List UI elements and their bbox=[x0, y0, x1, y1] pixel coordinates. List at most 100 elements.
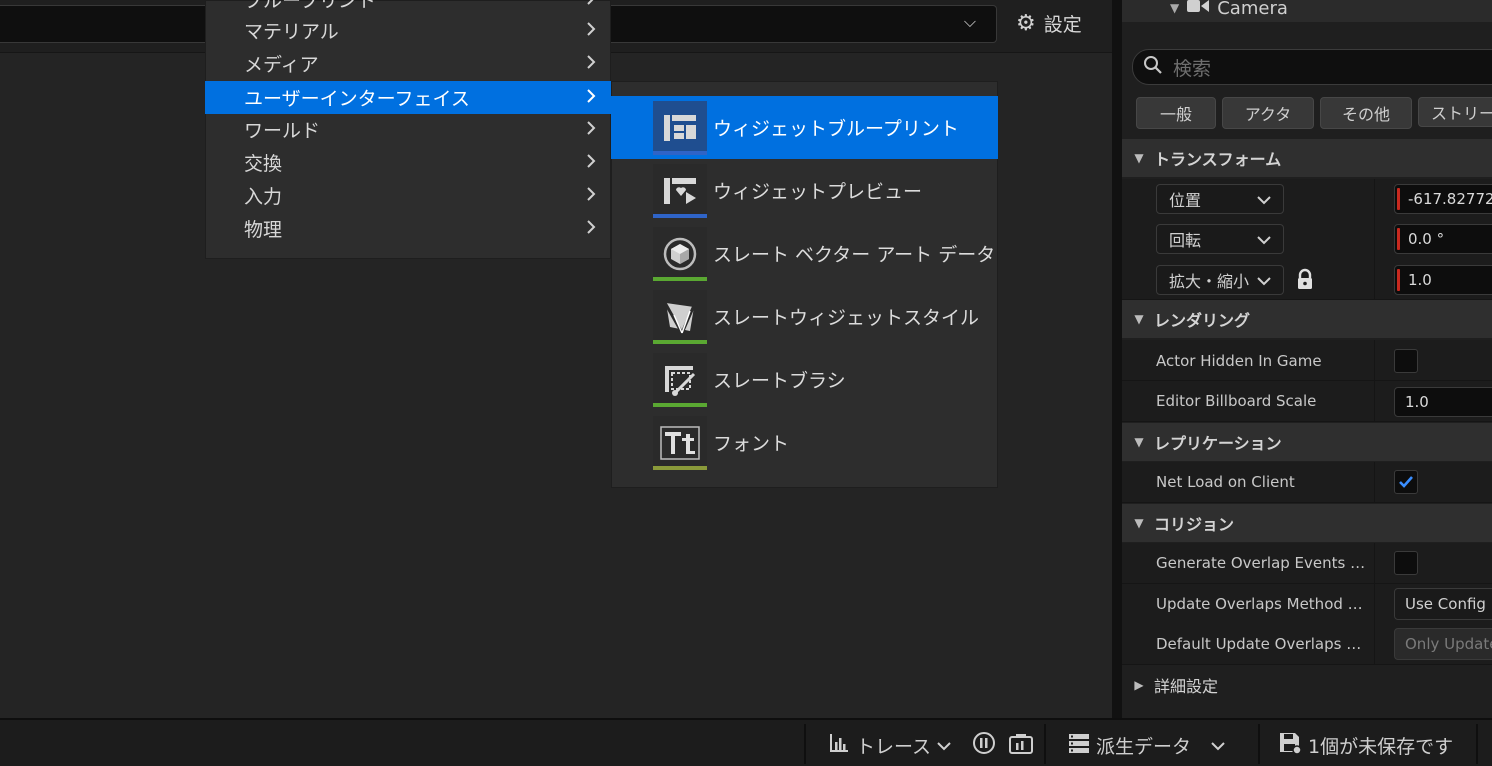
scale-x-field[interactable]: 1.0 bbox=[1394, 265, 1492, 295]
collapse-triangle-icon: ▼ bbox=[1134, 516, 1144, 530]
x-axis-marker bbox=[1397, 188, 1400, 210]
location-label: 位置 bbox=[1169, 191, 1202, 210]
rotation-dropdown[interactable]: 回転 bbox=[1156, 224, 1284, 254]
menu-item-input[interactable]: 入力 bbox=[205, 179, 611, 212]
submenu-item-label: ウィジェットブループリント bbox=[713, 118, 959, 140]
submenu-item-widget-style[interactable]: スレートウィジェットスタイル bbox=[611, 285, 998, 348]
section-title: レプリケーション bbox=[1154, 434, 1282, 453]
default-update-label: Default Update Overlaps Met... bbox=[1156, 635, 1372, 653]
derived-data-button[interactable]: 派生データ bbox=[1068, 726, 1225, 764]
search-placeholder: 検索 bbox=[1173, 57, 1212, 80]
submenu-item-widget-blueprint[interactable]: ウィジェットブループリント bbox=[611, 96, 998, 159]
section-title: レンダリング bbox=[1154, 311, 1251, 330]
unsaved-button[interactable]: 1個が未保存です bbox=[1278, 726, 1453, 764]
update-method-label: Update Overlaps Method Du... bbox=[1156, 595, 1372, 613]
menu-item-user-interface[interactable]: ユーザーインターフェイス bbox=[205, 81, 611, 114]
font-icon bbox=[653, 415, 707, 470]
vector-art-icon bbox=[653, 226, 707, 281]
filter-streaming-button[interactable]: ストリー bbox=[1418, 97, 1492, 127]
section-transform[interactable]: ▼ トランスフォーム bbox=[1122, 139, 1492, 177]
menu-item-label: 交換 bbox=[244, 153, 283, 175]
capture-button[interactable] bbox=[1008, 726, 1034, 764]
chevron-down-icon bbox=[1257, 271, 1271, 290]
menu-item-label: マテリアル bbox=[244, 21, 339, 43]
section-title: トランスフォーム bbox=[1154, 150, 1282, 169]
details-search-input[interactable]: 検索 bbox=[1132, 49, 1492, 85]
actor-hidden-label: Actor Hidden In Game bbox=[1156, 352, 1322, 370]
menu-item-world[interactable]: ワールド bbox=[205, 113, 611, 146]
rotation-x-value: 0.0 ° bbox=[1408, 230, 1445, 248]
net-load-label: Net Load on Client bbox=[1156, 473, 1295, 491]
gear-icon: ⚙ bbox=[1016, 10, 1036, 36]
section-rendering[interactable]: ▼ レンダリング bbox=[1122, 300, 1492, 338]
scale-label: 拡大・縮小 bbox=[1169, 272, 1250, 291]
submenu-item-font[interactable]: フォント bbox=[611, 411, 998, 474]
menu-item-media[interactable]: メディア bbox=[205, 47, 611, 80]
submenu-item-label: スレートブラシ bbox=[713, 370, 846, 392]
default-update-combo: Only Update bbox=[1394, 628, 1492, 660]
column-divider[interactable] bbox=[1374, 340, 1375, 421]
billboard-scale-value: 1.0 bbox=[1405, 393, 1429, 411]
submenu-item-slate-brush[interactable]: スレートブラシ bbox=[611, 348, 998, 411]
expand-triangle-icon: ▶ bbox=[1134, 678, 1144, 692]
section-title: 詳細設定 bbox=[1154, 677, 1219, 696]
submenu-item-widget-preview[interactable]: ウィジェットプレビュー bbox=[611, 159, 998, 222]
column-divider[interactable] bbox=[1374, 179, 1375, 299]
scale-dropdown[interactable]: 拡大・縮小 bbox=[1156, 265, 1284, 295]
filter-general-button[interactable]: 一般 bbox=[1136, 97, 1216, 129]
section-advanced[interactable]: ▶ 詳細設定 bbox=[1122, 666, 1492, 704]
status-divider bbox=[1476, 724, 1478, 764]
menu-item-material[interactable]: マテリアル bbox=[205, 14, 611, 47]
settings-button[interactable]: ⚙ 設定 bbox=[1016, 8, 1082, 38]
save-icon bbox=[1278, 731, 1302, 760]
status-divider bbox=[1258, 724, 1260, 764]
asset-color-bar bbox=[653, 276, 707, 281]
chevron-right-icon bbox=[571, 0, 611, 9]
collapse-triangle-icon: ▼ bbox=[1134, 312, 1144, 326]
asset-color-bar bbox=[653, 339, 707, 344]
submenu-item-label: フォント bbox=[713, 433, 790, 455]
status-divider bbox=[804, 724, 806, 764]
billboard-scale-label: Editor Billboard Scale bbox=[1156, 392, 1317, 410]
search-icon bbox=[1143, 55, 1167, 80]
chevron-right-icon bbox=[571, 186, 611, 205]
gen-overlap-checkbox[interactable] bbox=[1394, 551, 1418, 575]
section-replication[interactable]: ▼ レプリケーション bbox=[1122, 423, 1492, 461]
menu-item-interchange[interactable]: 交換 bbox=[205, 146, 611, 179]
outliner-item-camera[interactable]: ▼ Camera bbox=[1170, 0, 1288, 20]
column-divider[interactable] bbox=[1374, 462, 1375, 502]
location-dropdown[interactable]: 位置 bbox=[1156, 184, 1284, 214]
menu-item-label: ワールド bbox=[244, 120, 321, 142]
menu-item-label: ユーザーインターフェイス bbox=[244, 88, 470, 110]
widget-blueprint-icon bbox=[653, 100, 707, 155]
chevron-right-icon bbox=[571, 153, 611, 172]
submenu-item-label: ウィジェットプレビュー bbox=[713, 181, 923, 203]
submenu-item-vector-art[interactable]: スレート ベクター アート データ bbox=[611, 222, 998, 285]
actor-hidden-checkbox[interactable] bbox=[1394, 349, 1418, 373]
gen-overlap-label: Generate Overlap Events Dur... bbox=[1156, 554, 1372, 572]
widget-style-icon bbox=[653, 289, 707, 344]
chevron-down-icon bbox=[1211, 734, 1225, 756]
chevron-down-icon bbox=[1257, 230, 1271, 249]
scale-x-value: 1.0 bbox=[1408, 271, 1432, 289]
location-x-field[interactable]: -617.82772 bbox=[1394, 184, 1492, 214]
chevron-right-icon bbox=[571, 219, 611, 238]
camera-capture-icon bbox=[1008, 731, 1034, 760]
menu-item-physics[interactable]: 物理 bbox=[205, 212, 611, 245]
column-divider[interactable] bbox=[1374, 543, 1375, 664]
insights-button[interactable] bbox=[972, 726, 996, 764]
trace-button[interactable]: トレース bbox=[828, 726, 951, 764]
rotation-x-field[interactable]: 0.0 ° bbox=[1394, 224, 1492, 254]
menu-item-label: 入力 bbox=[244, 186, 283, 208]
trace-icon bbox=[828, 732, 850, 759]
widget-preview-icon bbox=[653, 163, 707, 218]
lock-icon[interactable] bbox=[1295, 268, 1315, 292]
net-load-checkbox[interactable] bbox=[1394, 470, 1418, 494]
section-collision[interactable]: ▼ コリジョン bbox=[1122, 504, 1492, 542]
billboard-scale-field[interactable]: 1.0 bbox=[1394, 387, 1492, 417]
filter-actor-button[interactable]: アクタ bbox=[1222, 97, 1314, 129]
filter-misc-button[interactable]: その他 bbox=[1320, 97, 1412, 129]
panel-splitter[interactable] bbox=[1112, 0, 1122, 718]
chevron-down-icon[interactable]: ⌵ bbox=[958, 12, 982, 34]
update-method-combo[interactable]: Use Config D bbox=[1394, 588, 1492, 620]
